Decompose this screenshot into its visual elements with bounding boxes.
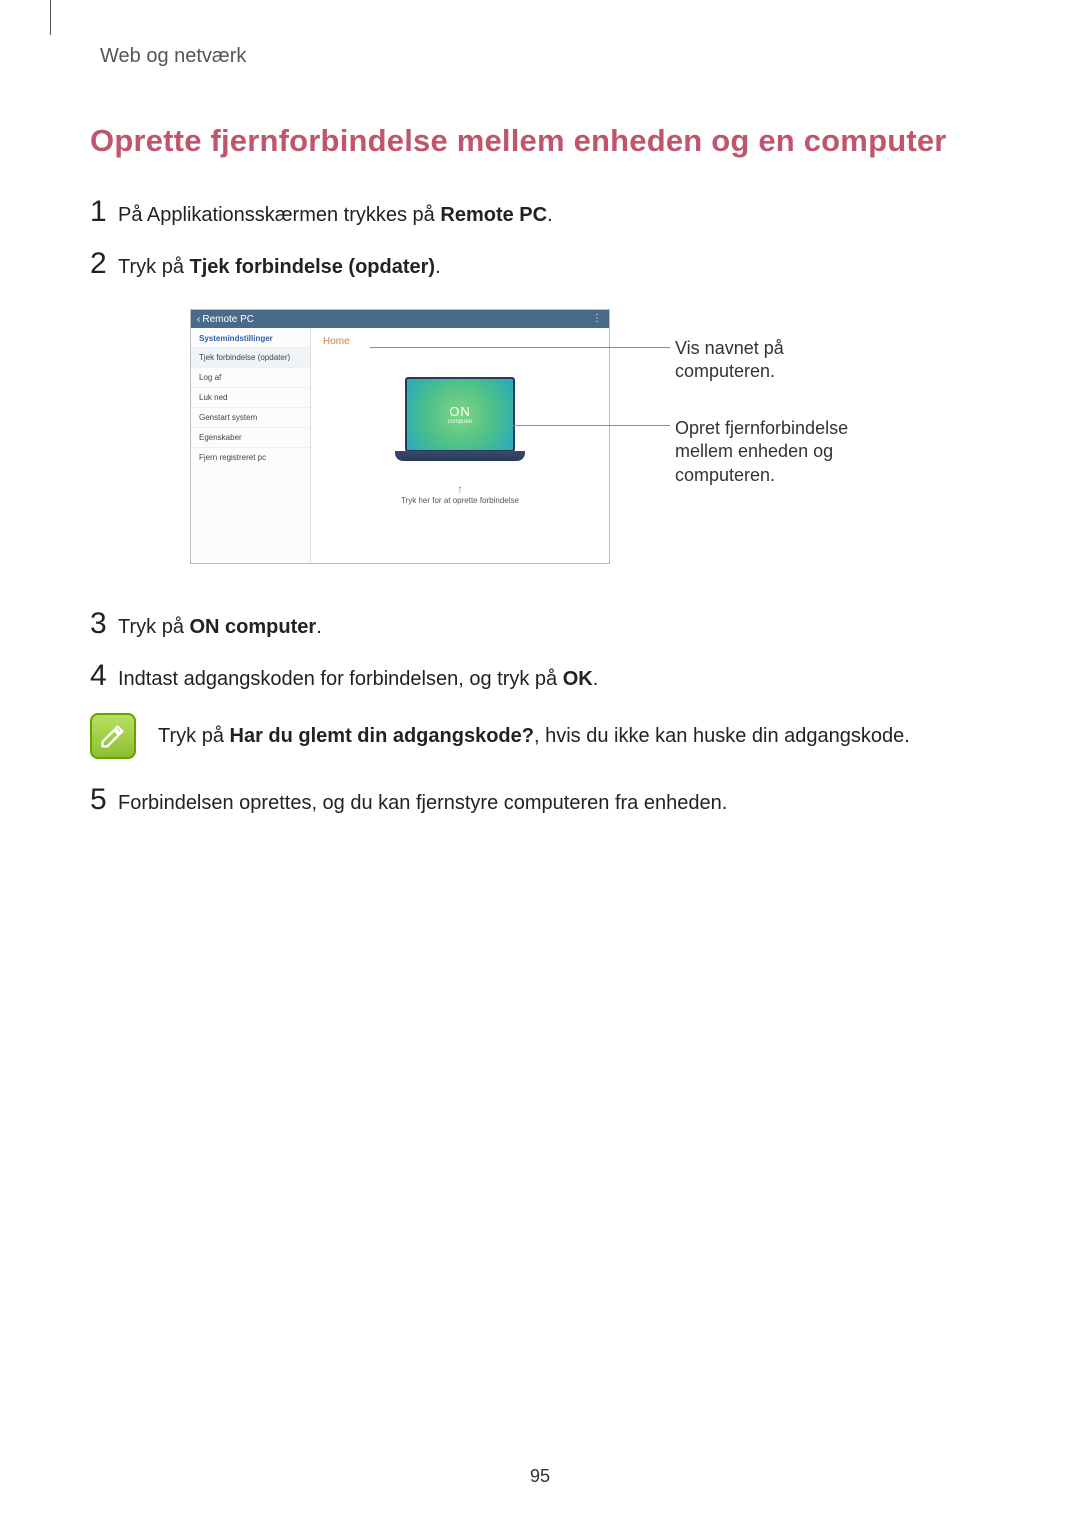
step-number: 5	[90, 785, 118, 815]
header-title: Remote PC	[202, 314, 254, 325]
text: Indtast adgangskoden for forbindelsen, o…	[118, 668, 563, 690]
on-sublabel: computer	[447, 419, 472, 425]
text: Tryk på	[118, 616, 190, 638]
bold: ON computer	[190, 616, 317, 638]
bold: Har du glemt din adgangskode?	[230, 725, 534, 747]
step-number: 4	[90, 661, 118, 691]
note-block: Tryk på Har du glemt din adgangskode?, h…	[90, 713, 990, 759]
step-1: 1 På Applikationsskærmen trykkes på Remo…	[90, 197, 990, 229]
bold: Remote PC	[440, 204, 547, 226]
sidebar-item: Fjern registreret pc	[191, 447, 310, 467]
page-number: 95	[0, 1466, 1080, 1487]
sidebar-item: Genstart system	[191, 407, 310, 427]
menu-icon: ⋮	[592, 314, 603, 324]
home-label: Home	[323, 336, 350, 347]
sidebar-item: Egenskaber	[191, 427, 310, 447]
leader-line	[370, 347, 670, 348]
device-main: Home ON computer ↑ Tryk her for at opret…	[311, 328, 609, 563]
text: Tryk på	[158, 725, 230, 747]
text: , hvis du ikke kan huske din adgangskode…	[534, 725, 910, 747]
device-sidebar: Systemindstillinger Tjek forbindelse (op…	[191, 328, 311, 563]
page-content: Web og netværk Oprette fjernforbindelse …	[0, 0, 1080, 817]
text: .	[593, 668, 599, 690]
hint-text: Tryk her for at oprette forbindelse	[401, 496, 519, 505]
step-text: Indtast adgangskoden for forbindelsen, o…	[118, 662, 598, 693]
step-text: Tryk på ON computer.	[118, 610, 322, 641]
step-text: Forbindelsen oprettes, og du kan fjernst…	[118, 786, 727, 817]
page-title: Oprette fjernforbindelse mellem enheden …	[90, 123, 990, 159]
step-number: 1	[90, 197, 118, 227]
up-arrow-icon: ↑	[457, 482, 463, 496]
step-text: Tryk på Tjek forbindelse (opdater).	[118, 250, 441, 281]
pencil-icon	[99, 722, 127, 750]
back-button: ‹ Remote PC	[197, 314, 254, 325]
text: .	[316, 616, 322, 638]
figure: ‹ Remote PC ⋮ Systemindstillinger Tjek f…	[190, 309, 890, 569]
device-titlebar: ‹ Remote PC ⋮	[191, 310, 609, 328]
sidebar-item: Log af	[191, 367, 310, 387]
step-number: 3	[90, 609, 118, 639]
laptop-screen: ON computer	[405, 377, 515, 452]
step-4: 4 Indtast adgangskoden for forbindelsen,…	[90, 661, 990, 693]
margin-rule	[50, 0, 51, 35]
callout-computer-name: Vis navnet på computeren.	[675, 337, 885, 384]
sidebar-item: Tjek forbindelse (opdater)	[191, 347, 310, 367]
sidebar-heading: Systemindstillinger	[191, 328, 310, 347]
step-2: 2 Tryk på Tjek forbindelse (opdater).	[90, 249, 990, 281]
text: På Applikationsskærmen trykkes på	[118, 204, 440, 226]
text: Tryk på	[118, 256, 190, 278]
callout-connect: Opret fjernforbindelse mellem enheden og…	[675, 417, 885, 487]
text: .	[435, 256, 441, 278]
on-label: ON	[449, 404, 471, 419]
bold: Tjek forbindelse (opdater)	[190, 256, 436, 278]
sidebar-item: Luk ned	[191, 387, 310, 407]
laptop-base	[395, 451, 525, 461]
step-3: 3 Tryk på ON computer.	[90, 609, 990, 641]
note-icon	[90, 713, 136, 759]
step-5: 5 Forbindelsen oprettes, og du kan fjern…	[90, 785, 990, 817]
leader-line	[510, 425, 670, 426]
text: .	[547, 204, 553, 226]
device-body: Systemindstillinger Tjek forbindelse (op…	[191, 328, 609, 563]
laptop-graphic: ON computer	[395, 377, 525, 472]
note-text: Tryk på Har du glemt din adgangskode?, h…	[158, 713, 910, 750]
breadcrumb: Web og netværk	[100, 45, 990, 68]
step-number: 2	[90, 249, 118, 279]
bold: OK	[563, 668, 593, 690]
chevron-left-icon: ‹	[197, 314, 200, 325]
step-text: På Applikationsskærmen trykkes på Remote…	[118, 198, 553, 229]
